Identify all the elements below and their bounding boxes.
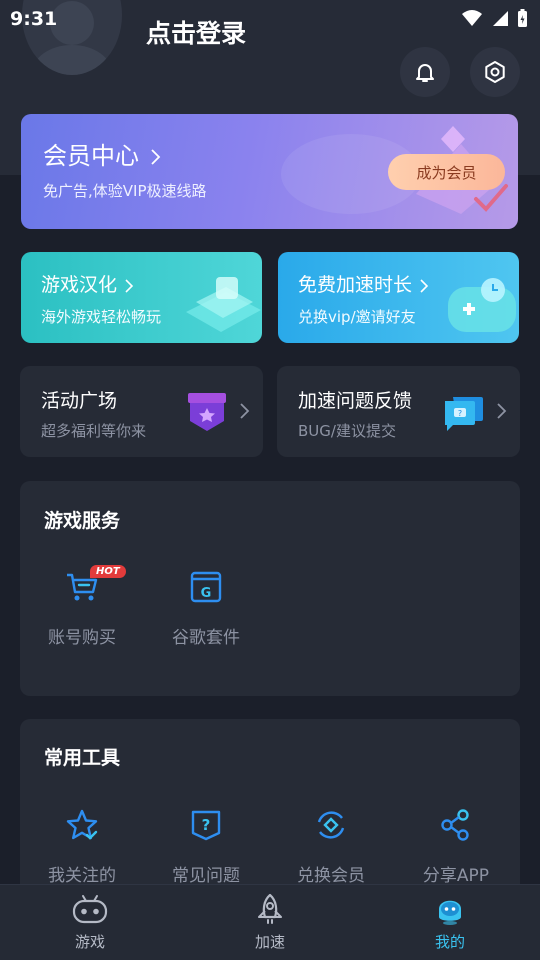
status-icons [461, 8, 528, 28]
chevron-right-icon [240, 403, 250, 419]
free-speed-time-card[interactable]: 免费加速时长 兑换vip/邀请好友 [278, 252, 519, 343]
localization-illustration-icon [186, 277, 261, 332]
svg-text:G: G [201, 586, 212, 601]
icon-box: HOT [27, 565, 137, 609]
battery-icon [518, 9, 527, 27]
settings-icon [485, 61, 505, 83]
google-suite-item[interactable]: G 谷歌套件 [151, 565, 261, 648]
chevron-right-icon [497, 403, 507, 419]
section-title: 游戏服务 [44, 510, 121, 532]
svg-text:?: ? [202, 816, 211, 834]
icon-box: ? [151, 803, 261, 847]
card-subtitle: BUG/建议提交 [298, 422, 396, 440]
icon-box: G [151, 565, 261, 609]
cell-signal-icon [493, 11, 508, 26]
card-title: 游戏汉化 [41, 270, 135, 297]
tab-label: 加速 [254, 933, 285, 951]
svg-text:?: ? [458, 409, 462, 418]
item-label: 兑换会员 [297, 866, 365, 886]
speed-feedback-card[interactable]: 加速问题反馈 BUG/建议提交 ? [277, 366, 520, 457]
game-services-section: 游戏服务 HOT 账号购买 G 谷歌套件 [20, 481, 520, 696]
item-label: 常见问题 [172, 866, 240, 886]
faq-item[interactable]: ? 常见问题 [151, 803, 261, 886]
chevron-right-icon [420, 278, 429, 293]
item-label: 账号购买 [48, 628, 116, 648]
card-subtitle: 海外游戏轻松畅玩 [41, 308, 162, 326]
tab-games[interactable]: 游戏 [40, 893, 140, 952]
vip-title: 会员中心 [43, 136, 163, 171]
card-subtitle: 超多福利等你来 [41, 422, 147, 440]
star-icon [66, 809, 98, 840]
vip-title-text: 会员中心 [43, 142, 139, 170]
card-title: 加速问题反馈 [298, 390, 413, 412]
status-time: 9:31 [10, 8, 58, 30]
card-title: 活动广场 [41, 390, 118, 412]
share-app-item[interactable]: 分享APP [401, 803, 511, 886]
share-icon [441, 809, 469, 841]
login-link[interactable]: 点击登录 [146, 14, 246, 50]
become-member-button[interactable]: 成为会员 [388, 154, 505, 190]
gamepad-icon [72, 895, 108, 924]
card-title: 免费加速时长 [298, 270, 430, 297]
wifi-icon [462, 10, 482, 26]
settings-button[interactable] [470, 47, 520, 97]
exchange-icon [317, 811, 345, 839]
gift-badge-icon [188, 393, 226, 431]
bell-icon [416, 64, 434, 82]
activity-plaza-card[interactable]: 活动广场 超多福利等你来 [20, 366, 263, 457]
google-suite-icon: G [190, 571, 222, 603]
feedback-chat-icon: ? [445, 397, 483, 431]
card-subtitle: 兑换vip/邀请好友 [298, 308, 416, 326]
chevron-right-icon [151, 149, 160, 165]
bottom-navigation: 游戏 加速 我的 [0, 884, 540, 960]
game-localization-card[interactable]: 游戏汉化 海外游戏轻松畅玩 [21, 252, 262, 343]
gamepad-illustration-icon [448, 278, 516, 332]
my-follows-item[interactable]: 我关注的 [27, 803, 137, 886]
icon-box [276, 803, 386, 847]
card-title-text: 免费加速时长 [298, 274, 413, 296]
tab-label: 我的 [434, 933, 465, 951]
rocket-icon [258, 893, 282, 924]
icon-box [401, 803, 511, 847]
question-icon: ? [191, 810, 221, 841]
card-title-text: 游戏汉化 [41, 274, 118, 296]
profile-icon [439, 900, 461, 925]
account-purchase-item[interactable]: HOT 账号购买 [27, 565, 137, 648]
tab-label: 游戏 [74, 933, 105, 951]
notifications-button[interactable] [400, 47, 450, 97]
item-label: 谷歌套件 [172, 628, 240, 648]
redeem-membership-item[interactable]: 兑换会员 [276, 803, 386, 886]
hot-badge: HOT [90, 565, 126, 578]
chevron-right-icon [125, 278, 134, 293]
icon-box [27, 803, 137, 847]
tab-mine[interactable]: 我的 [400, 893, 500, 952]
tab-accelerate[interactable]: 加速 [220, 893, 320, 952]
vip-center-banner[interactable]: 会员中心 免广告,体验VIP极速线路 成为会员 [21, 114, 518, 229]
section-title: 常用工具 [44, 747, 121, 769]
item-label: 我关注的 [48, 866, 116, 886]
vip-subtitle: 免广告,体验VIP极速线路 [43, 182, 207, 200]
item-label: 分享APP [422, 866, 490, 886]
